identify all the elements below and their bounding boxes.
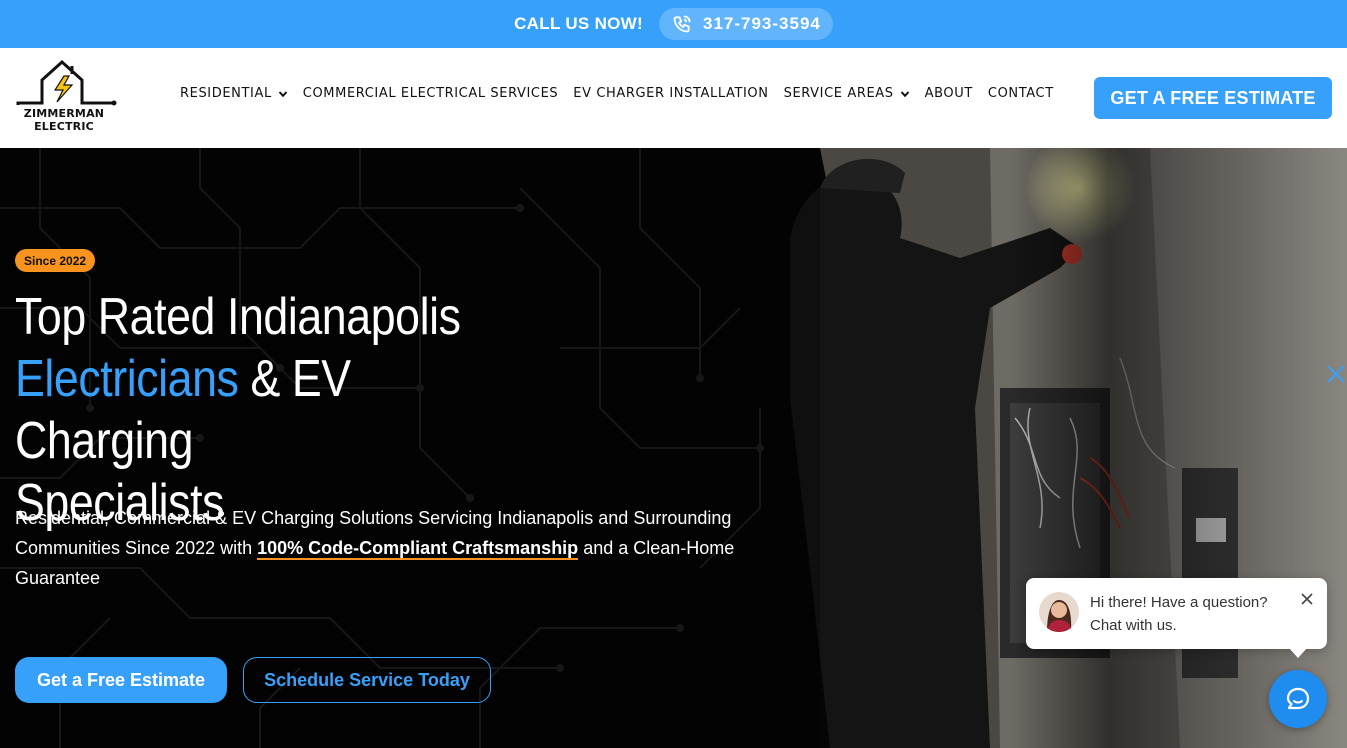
nav-ev-charger-label: EV CHARGER INSTALLATION [573, 86, 769, 101]
phone-link[interactable]: 317-793-3594 [659, 8, 833, 40]
nav-about[interactable]: ABOUT [925, 86, 973, 101]
logo-house-icon [16, 59, 117, 106]
nav-service-areas[interactable]: SERVICE AREAS [784, 86, 910, 101]
chat-agent-avatar [1039, 592, 1079, 632]
main-navigation: RESIDENTIAL COMMERCIAL ELECTRICAL SERVIC… [180, 86, 1069, 101]
logo-wordmark: ZIMMERMAN ELECTRIC [14, 107, 114, 133]
chat-greeting-popup[interactable]: Hi there! Have a question? Chat with us. [1026, 578, 1327, 658]
logo-line-1: ZIMMERMAN [23, 107, 105, 120]
free-estimate-header-button[interactable]: GET A FREE ESTIMATE [1094, 77, 1332, 119]
chat-icon [1286, 687, 1310, 710]
since-badge: Since 2022 [15, 249, 96, 272]
nav-commercial[interactable]: COMMERCIAL ELECTRICAL SERVICES [303, 86, 558, 101]
hero-section: Since 2022 Top Rated Indianapolis Electr… [0, 148, 1347, 748]
chat-line-1: Hi there! Have a question? [1090, 594, 1268, 611]
nav-commercial-label: COMMERCIAL ELECTRICAL SERVICES [302, 86, 559, 101]
nav-residential-label: RESIDENTIAL [180, 86, 272, 101]
nav-residential[interactable]: RESIDENTIAL [180, 86, 288, 101]
chevron-down-icon [900, 90, 909, 97]
get-free-estimate-button[interactable]: Get a Free Estimate [15, 657, 227, 703]
site-header: ZIMMERMAN ELECTRIC RESIDENTIAL COMMERCIA… [0, 48, 1347, 148]
close-icon[interactable] [1325, 363, 1347, 385]
top-announcement-bar: CALL US NOW! 317-793-3594 [0, 0, 1347, 48]
hero-description: Residential, Commercial & EV Charging So… [15, 503, 755, 593]
headline-highlight: Electricians [15, 350, 239, 408]
nav-contact-label: CONTACT [987, 86, 1054, 101]
chat-launcher-button[interactable] [1269, 670, 1327, 728]
logo-line-2: ELECTRIC [34, 120, 94, 133]
hero-headline: Top Rated Indianapolis Electricians & EV… [15, 286, 497, 534]
description-highlight: 100% Code-Compliant Craftsmanship [257, 538, 579, 560]
chat-line-2: Chat with us. [1090, 617, 1177, 634]
nav-about-label: ABOUT [924, 86, 973, 101]
close-icon[interactable] [1300, 592, 1314, 606]
nav-service-areas-label: SERVICE AREAS [783, 86, 894, 101]
phone-icon [671, 13, 693, 35]
company-logo[interactable]: ZIMMERMAN ELECTRIC [14, 58, 118, 140]
nav-contact[interactable]: CONTACT [988, 86, 1054, 101]
phone-number[interactable]: 317-793-3594 [703, 14, 821, 34]
nav-ev-charger[interactable]: EV CHARGER INSTALLATION [573, 86, 768, 101]
call-us-label: CALL US NOW! [514, 14, 643, 33]
schedule-service-button[interactable]: Schedule Service Today [243, 657, 491, 703]
chevron-down-icon [278, 90, 288, 97]
headline-line-1: Top Rated Indianapolis [15, 288, 461, 346]
chat-greeting-text: Hi there! Have a question? Chat with us. [1090, 591, 1300, 637]
